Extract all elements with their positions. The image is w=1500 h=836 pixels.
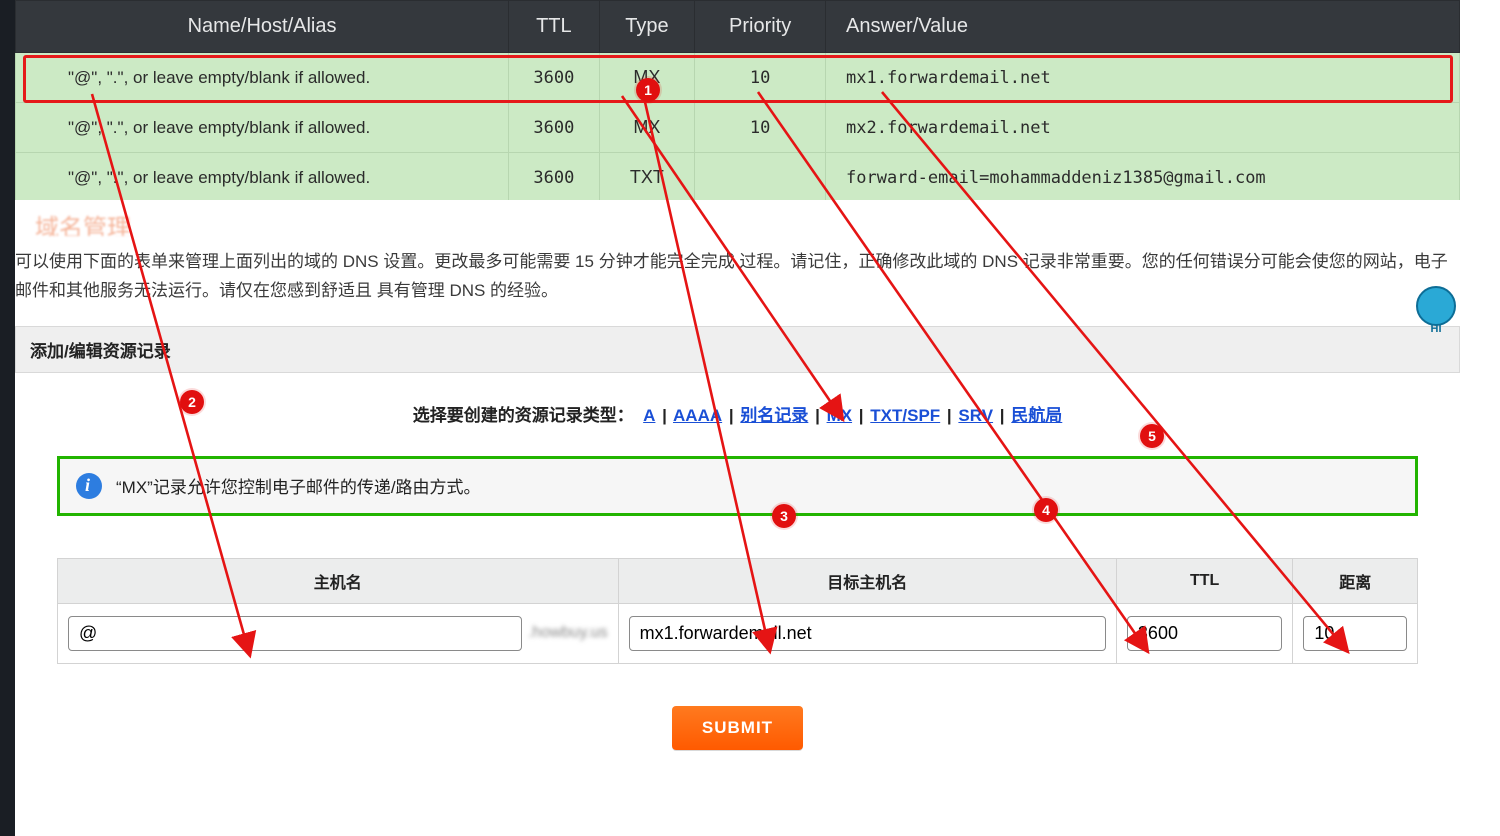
form-header-target: 目标主机名 xyxy=(618,558,1116,603)
cell-name: "@", ".", or leave empty/blank if allowe… xyxy=(16,103,509,153)
info-text: “MX”记录允许您控制电子邮件的传递/路由方式。 xyxy=(116,473,481,498)
cell-prio: 10 xyxy=(695,53,826,103)
cell-prio xyxy=(695,153,826,203)
col-header-answer: Answer/Value xyxy=(826,1,1460,53)
cell-name: "@", ".", or leave empty/blank if allowe… xyxy=(16,153,509,203)
col-header-name: Name/Host/Alias xyxy=(16,1,509,53)
panel-title-fragment: 域名管理 xyxy=(35,208,285,236)
section-header: 添加/编辑资源记录 xyxy=(15,326,1460,373)
cell-name: "@", ".", or leave empty/blank if allowe… xyxy=(16,53,509,103)
dns-editor-panel: 域名管理 可以使用下面的表单来管理上面列出的域的 DNS 设置。更改最多可能需要… xyxy=(15,200,1460,836)
record-type-selector: 选择要创建的资源记录类型： A | AAAA | 别名记录 | MX | TXT… xyxy=(15,373,1460,444)
form-header-ttl: TTL xyxy=(1116,558,1292,603)
cell-ttl: 3600 xyxy=(509,153,600,203)
rtype-link-alias[interactable]: 别名记录 xyxy=(740,406,808,425)
rtype-link-aaaa[interactable]: AAAA xyxy=(673,406,722,425)
cell-answer: forward-email=mohammaddeniz1385@gmail.co… xyxy=(826,153,1460,203)
rtype-link-srv[interactable]: SRV xyxy=(958,406,993,425)
submit-button[interactable]: SUBMIT xyxy=(672,706,803,750)
rtype-link-mx[interactable]: MX xyxy=(827,406,853,425)
table-header-row: Name/Host/Alias TTL Type Priority Answer… xyxy=(16,1,1460,53)
dns-records-table: Name/Host/Alias TTL Type Priority Answer… xyxy=(15,0,1460,203)
panel-description: 可以使用下面的表单来管理上面列出的域的 DNS 设置。更改最多可能需要 15 分… xyxy=(15,240,1460,326)
table-row: "@", ".", or leave empty/blank if allowe… xyxy=(16,153,1460,203)
cell-answer: mx2.forwardemail.net xyxy=(826,103,1460,153)
info-icon xyxy=(76,473,102,499)
cell-type: TXT xyxy=(599,153,695,203)
cell-prio: 10 xyxy=(695,103,826,153)
info-box: “MX”记录允许您控制电子邮件的传递/路由方式。 xyxy=(57,456,1418,516)
cell-type: MX xyxy=(599,53,695,103)
form-header-host: 主机名 xyxy=(58,558,619,603)
host-input[interactable] xyxy=(68,616,522,651)
host-suffix: .howbuy.us xyxy=(528,624,608,642)
ttl-input[interactable] xyxy=(1127,616,1282,651)
cell-type: MX xyxy=(599,103,695,153)
col-header-type: Type xyxy=(599,1,695,53)
svg-text:HI: HI xyxy=(1431,323,1442,334)
rtype-link-a[interactable]: A xyxy=(643,406,655,425)
cell-ttl: 3600 xyxy=(509,103,600,153)
help-icon[interactable]: HI xyxy=(1412,286,1460,334)
col-header-ttl: TTL xyxy=(509,1,600,53)
rtype-link-txt[interactable]: TXT/SPF xyxy=(870,406,940,425)
col-header-priority: Priority xyxy=(695,1,826,53)
dark-sidebar xyxy=(0,0,15,836)
table-row: "@", ".", or leave empty/blank if allowe… xyxy=(16,53,1460,103)
target-input[interactable] xyxy=(629,616,1106,651)
cell-answer: mx1.forwardemail.net xyxy=(826,53,1460,103)
table-row: "@", ".", or leave empty/blank if allowe… xyxy=(16,103,1460,153)
distance-input[interactable] xyxy=(1303,616,1407,651)
mx-form-table: 主机名 目标主机名 TTL 距离 .howbuy.us xyxy=(57,558,1418,664)
form-header-dist: 距离 xyxy=(1293,558,1418,603)
rtype-link-caa[interactable]: 民航局 xyxy=(1011,406,1062,425)
cell-ttl: 3600 xyxy=(509,53,600,103)
rtype-label: 选择要创建的资源记录类型： xyxy=(413,406,634,425)
